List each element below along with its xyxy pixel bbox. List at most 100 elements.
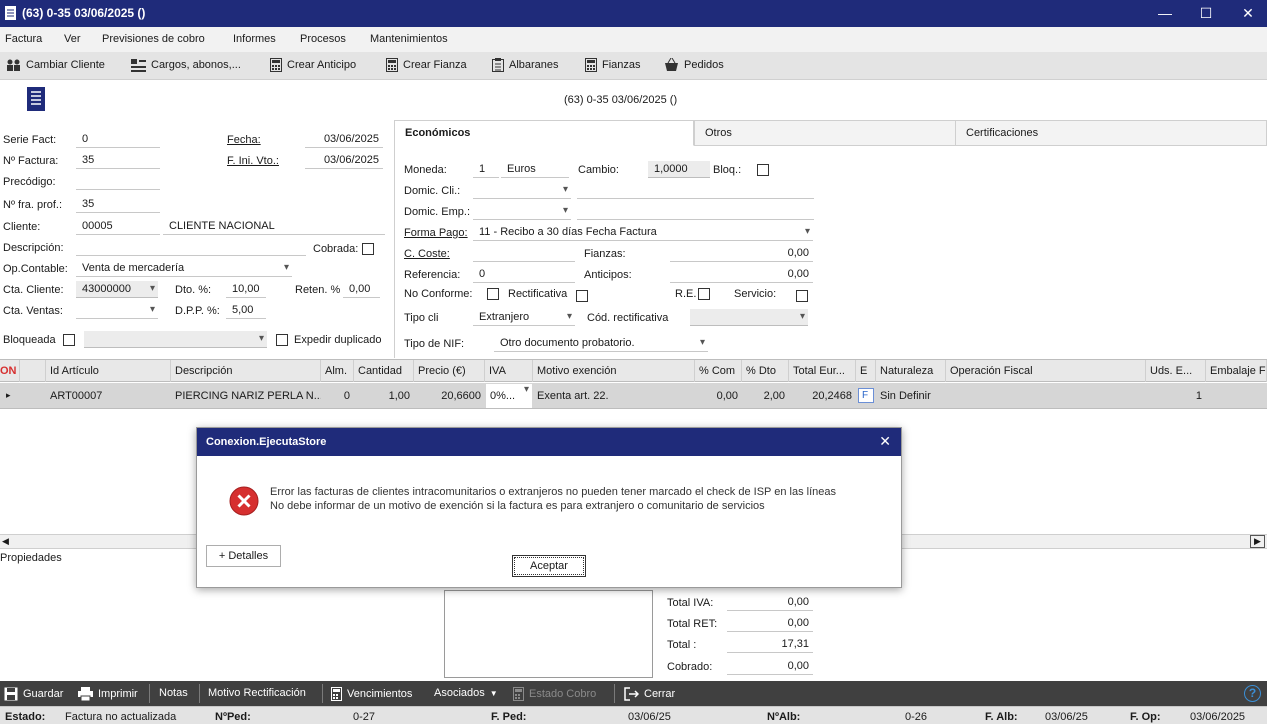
referencia-field[interactable]: 0 [473, 266, 575, 283]
scroll-right-icon[interactable]: ▶ [1250, 535, 1265, 548]
cerrar-button[interactable]: Cerrar [624, 687, 675, 701]
grid-header-cantidad[interactable]: Cantidad [354, 360, 414, 382]
vencimientos-button[interactable]: Vencimientos [331, 687, 412, 701]
cargos-abonos-button[interactable]: Cargos, abonos,... [131, 58, 241, 72]
cell-uds[interactable]: 1 [1146, 383, 1206, 409]
grid-header-precio[interactable]: Precio (€) [414, 360, 485, 382]
domic-emp-select[interactable] [473, 203, 571, 220]
scroll-left-icon[interactable]: ◀ [2, 536, 9, 547]
dpp-field[interactable]: 5,00 [226, 302, 266, 319]
cell-dto[interactable]: 2,00 [742, 383, 789, 409]
cell-descripcion[interactable]: PIERCING NARIZ PERLA N... [171, 383, 321, 409]
forma-pago-select[interactable]: 11 - Recibo a 30 días Fecha Factura [473, 224, 813, 241]
guardar-button[interactable]: Guardar [4, 687, 63, 701]
serie-fact-field[interactable]: 0 [76, 131, 160, 148]
aceptar-button[interactable]: Aceptar [512, 555, 586, 577]
grid-header-total-eur[interactable]: Total Eur... [789, 360, 856, 382]
albaranes-button[interactable]: Albaranes [492, 58, 559, 72]
grid-header-descripcion[interactable]: Descripción [171, 360, 321, 382]
cliente-name-field[interactable]: CLIENTE NACIONAL [163, 218, 385, 235]
grid-header-alm[interactable]: Alm. [321, 360, 354, 382]
cobrada-checkbox[interactable] [362, 243, 374, 255]
grid-header-id-articulo[interactable]: Id Artículo [46, 360, 171, 382]
bloqueada-select[interactable] [84, 331, 267, 348]
servicio-checkbox[interactable] [796, 290, 808, 302]
crear-fianza-button[interactable]: Crear Fianza [386, 58, 467, 72]
menu-previsiones[interactable]: Previsiones de cobro [102, 33, 205, 45]
domic-cli-text[interactable] [577, 182, 814, 199]
grid-header-dto[interactable]: % Dto [742, 360, 789, 382]
cell-embalaje[interactable] [1206, 383, 1267, 409]
grid-header-com[interactable]: % Com [695, 360, 742, 382]
minimize-icon[interactable]: — [1149, 2, 1181, 24]
table-row[interactable]: ▸ ART00007 PIERCING NARIZ PERLA N... 0 1… [0, 383, 1267, 409]
cell-motivo-exencion[interactable]: Exenta art. 22. [533, 383, 695, 409]
moneda-code-field[interactable]: 1 [473, 161, 499, 178]
fecha-field[interactable]: 03/06/2025 [305, 131, 383, 148]
reten-field[interactable]: 0,00 [343, 281, 380, 298]
notes-box[interactable] [444, 590, 653, 678]
cell-com[interactable]: 0,00 [695, 383, 742, 409]
asociados-dropdown[interactable]: Asociados ▼ [434, 687, 498, 699]
domic-cli-select[interactable] [473, 182, 571, 199]
grid-header-naturaleza[interactable]: Naturaleza [876, 360, 946, 382]
c-coste-label[interactable]: C. Coste: [404, 248, 450, 260]
moneda-name-field[interactable]: Euros [501, 161, 569, 178]
fianzas-button[interactable]: Fianzas [585, 58, 641, 72]
cell-id-articulo[interactable]: ART00007 [46, 383, 171, 409]
menu-informes[interactable]: Informes [233, 33, 276, 45]
domic-emp-text[interactable] [577, 203, 814, 220]
cell-precio[interactable]: 20,6600 [414, 383, 485, 409]
grid-header-iva[interactable]: IVA [485, 360, 533, 382]
close-icon[interactable]: ✕ [1232, 2, 1264, 24]
cell-alm[interactable]: 0 [321, 383, 354, 409]
menu-ver[interactable]: Ver [64, 33, 81, 45]
crear-anticipo-button[interactable]: Crear Anticipo [270, 58, 356, 72]
num-fra-prof-field[interactable]: 35 [76, 196, 160, 213]
cambio-field[interactable]: 1,0000 [648, 161, 710, 178]
cell-naturaleza[interactable]: Sin Definir [876, 383, 946, 409]
tab-economicos[interactable]: Económicos [394, 120, 694, 146]
tipo-cli-select[interactable]: Extranjero [473, 309, 575, 326]
cambiar-cliente-button[interactable]: Cambiar Cliente [6, 58, 105, 72]
menu-mantenimientos[interactable]: Mantenimientos [370, 33, 448, 45]
forma-pago-label[interactable]: Forma Pago: [404, 227, 468, 239]
cta-ventas-select[interactable] [76, 302, 158, 319]
descripcion-field[interactable] [76, 239, 306, 256]
bloq-checkbox[interactable] [757, 164, 769, 176]
dto-field[interactable]: 10,00 [226, 281, 266, 298]
rectificativa-checkbox[interactable] [576, 290, 588, 302]
grid-header-motivo-exencion[interactable]: Motivo exención [533, 360, 695, 382]
f-ini-vto-label[interactable]: F. Ini. Vto.: [227, 155, 279, 167]
cell-operacion-fiscal[interactable] [946, 383, 1146, 409]
bloqueada-checkbox[interactable] [63, 334, 75, 346]
menu-factura[interactable]: Factura [5, 33, 42, 45]
op-contable-select[interactable]: Venta de mercadería [76, 260, 292, 277]
tipo-nif-select[interactable]: Otro documento probatorio. [494, 335, 708, 352]
no-conforme-checkbox[interactable] [487, 288, 499, 300]
row-selector-icon[interactable]: ▸ [2, 383, 16, 409]
cliente-code-field[interactable]: 00005 [76, 218, 160, 235]
cell-total-eur[interactable]: 20,2468 [789, 383, 856, 409]
grid-header-e[interactable]: E [856, 360, 876, 382]
grid-header-uds[interactable]: Uds. E... [1146, 360, 1206, 382]
cell-cantidad[interactable]: 1,00 [354, 383, 414, 409]
maximize-icon[interactable]: ☐ [1190, 2, 1222, 24]
notas-button[interactable]: Notas [159, 687, 188, 699]
num-factura-field[interactable]: 35 [76, 152, 160, 169]
tab-certificaciones[interactable]: Certificaciones [955, 120, 1267, 146]
grid-header-embalaje[interactable]: Embalaje F [1206, 360, 1267, 382]
precodigo-field[interactable] [76, 173, 160, 190]
fianzas-field[interactable]: 0,00 [670, 245, 813, 262]
help-icon[interactable]: ? [1244, 685, 1261, 702]
cell-iva-select[interactable]: 0%... [486, 384, 532, 408]
re-checkbox[interactable] [698, 288, 710, 300]
menu-procesos[interactable]: Procesos [300, 33, 346, 45]
tab-otros[interactable]: Otros [694, 120, 956, 146]
fecha-label[interactable]: Fecha: [227, 134, 261, 146]
imprimir-button[interactable]: Imprimir [78, 687, 138, 701]
expedir-duplicado-checkbox[interactable] [276, 334, 288, 346]
cell-e-flag[interactable]: F [858, 388, 874, 403]
motivo-rectificacion-button[interactable]: Motivo Rectificación [208, 687, 306, 699]
grid-header-operacion-fiscal[interactable]: Operación Fiscal [946, 360, 1146, 382]
